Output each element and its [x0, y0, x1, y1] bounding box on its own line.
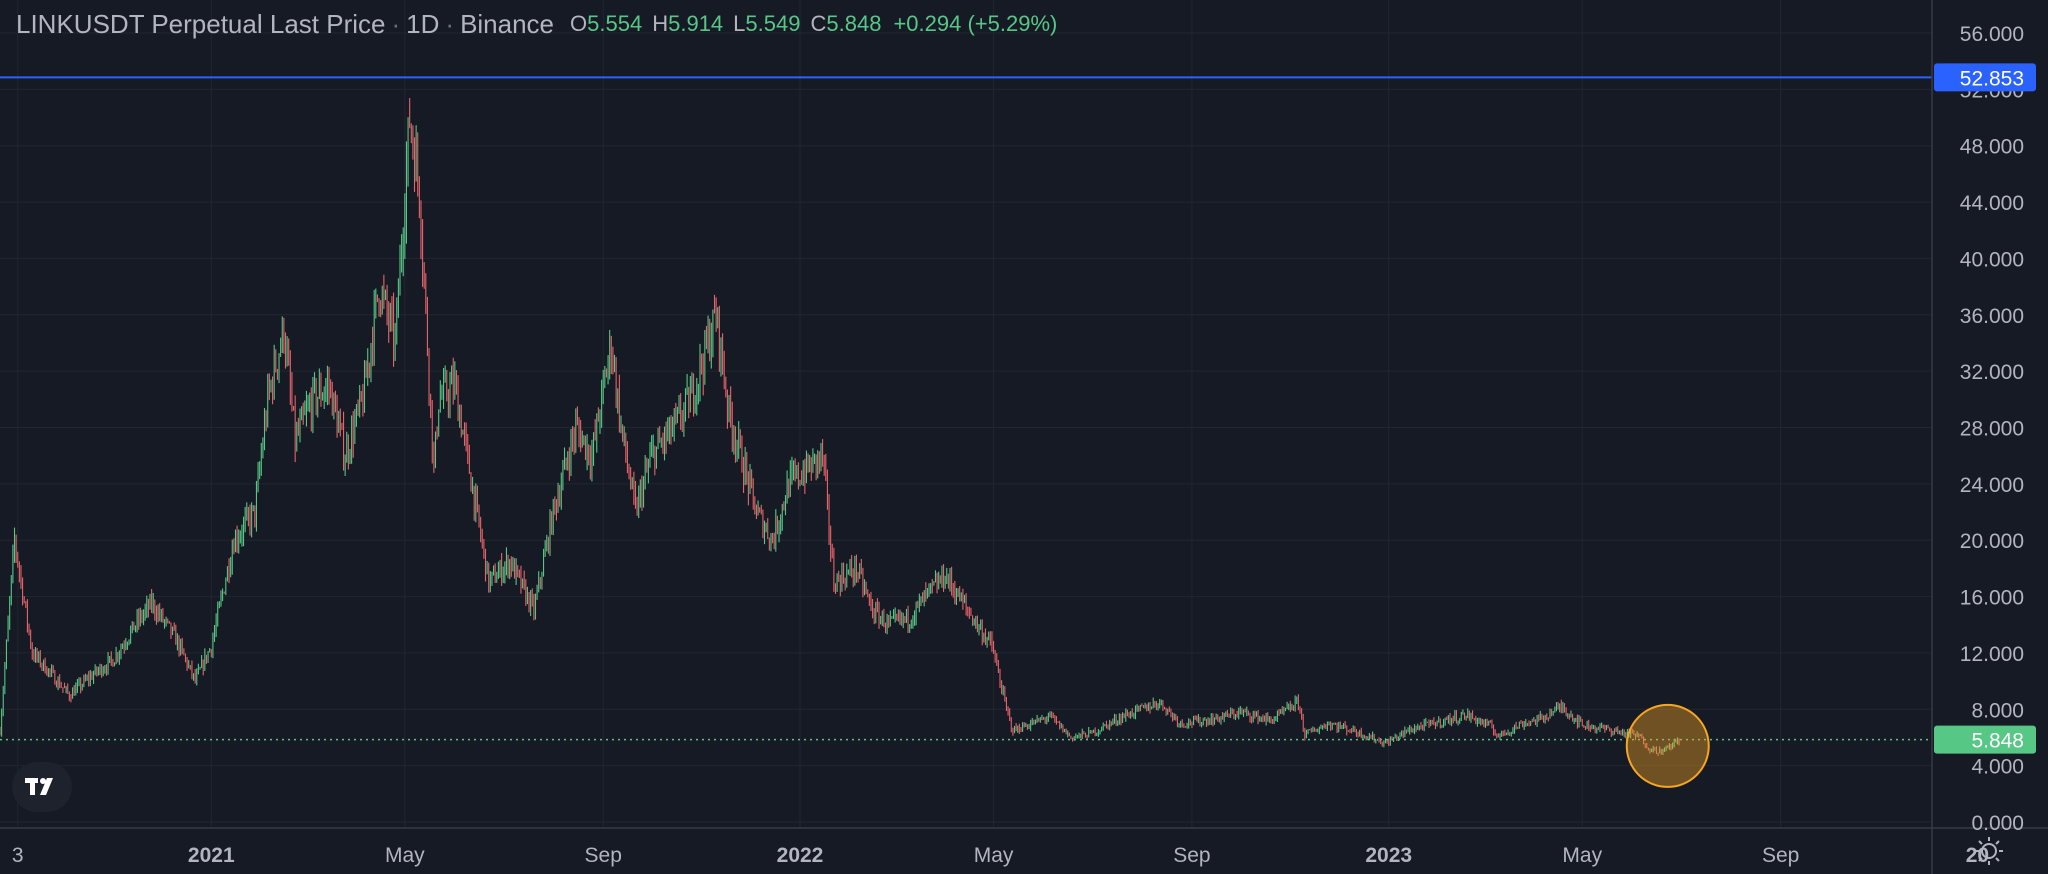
time-tick-label: 2023 [1365, 844, 1412, 867]
interval-label[interactable]: 1D [406, 9, 439, 40]
price-tick-label: 40.000 [1960, 248, 2024, 271]
open-label: O [570, 11, 588, 36]
chart-grid [0, 0, 1932, 828]
price-tick-label: 24.000 [1960, 474, 2024, 497]
price-tick-label: 44.000 [1960, 192, 2024, 215]
open-value: 5.554 [587, 11, 643, 36]
time-tick-label: May [974, 844, 1014, 867]
time-tick-label: Sep [585, 844, 622, 867]
low-label: L [733, 11, 746, 36]
time-tick-label: May [1562, 844, 1602, 867]
tradingview-logo-icon[interactable] [12, 762, 72, 812]
time-tick-label: Sep [1173, 844, 1210, 867]
price-tick-label: 48.000 [1960, 136, 2024, 159]
time-tick-label: Sep [1762, 844, 1799, 867]
price-tick-label: 20.000 [1960, 530, 2024, 553]
low-value: 5.549 [745, 11, 801, 36]
horizontal-line-price-label: 52.853 [1960, 67, 2024, 90]
price-scale[interactable]: 56.00052.00048.00044.00040.00036.00032.0… [1960, 23, 2024, 835]
price-tick-label: 12.000 [1960, 643, 2024, 666]
price-tick-label: 28.000 [1960, 418, 2024, 441]
close-label: C [810, 11, 827, 36]
time-tick-label: 3 [12, 844, 24, 867]
highlight-circle[interactable] [1625, 703, 1710, 788]
separator-dot: · [445, 8, 455, 39]
separator-dot: · [391, 8, 401, 39]
change-value: +0.294 (+5.29%) [893, 11, 1058, 36]
symbol-title[interactable]: LINKUSDT Perpetual Last Price [16, 9, 385, 40]
price-chart[interactable]: 56.00052.00048.00044.00040.00036.00032.0… [0, 0, 2048, 874]
high-label: H [652, 11, 669, 36]
price-tick-label: 4.000 [1971, 756, 2024, 779]
time-tick-label: May [385, 844, 425, 867]
sun-settings-icon[interactable] [1974, 836, 2004, 866]
ohlc-values: O 5.554 H 5.914 L 5.549 C 5.848 +0.294 (+5.2… [570, 11, 1057, 37]
candles [0, 98, 1680, 756]
last-price-label: 5.848 [1971, 730, 2024, 753]
time-tick-label: 2021 [188, 844, 235, 867]
time-tick-label: 2022 [777, 844, 824, 867]
price-tick-label: 36.000 [1960, 305, 2024, 328]
symbol-legend[interactable]: LINKUSDT Perpetual Last Price · 1D · Bin… [16, 8, 1057, 40]
price-tick-label: 8.000 [1971, 699, 2024, 722]
price-tick-label: 0.000 [1971, 812, 2024, 835]
high-value: 5.914 [668, 11, 724, 36]
price-tick-label: 56.000 [1960, 23, 2024, 46]
price-tick-label: 32.000 [1960, 361, 2024, 384]
time-scale[interactable]: 3 2021 May Sep 2022 May Sep 2023 May Sep 20 [12, 844, 1989, 867]
price-tick-label: 16.000 [1960, 587, 2024, 610]
close-value: 5.848 [826, 11, 882, 36]
exchange-label: Binance [460, 8, 555, 39]
